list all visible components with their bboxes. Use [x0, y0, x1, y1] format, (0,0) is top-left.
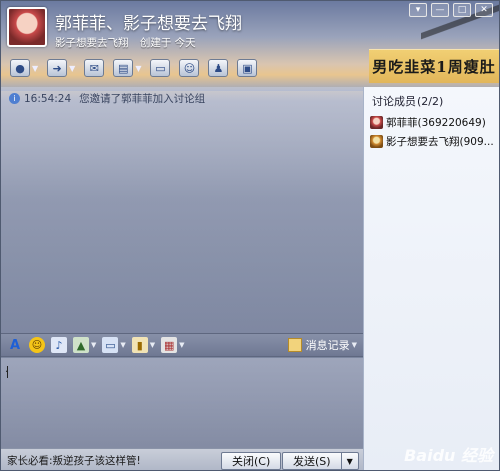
chevron-down-icon[interactable]: ▼ — [135, 64, 141, 73]
history-icon — [287, 338, 302, 352]
creator-name[interactable]: 影子想要去飞翔 — [55, 37, 129, 49]
chat-window: 郭菲菲、影子想要去飞翔 影子想要去飞翔 创建于 今天 ▾ — □ ✕ ● ▼ ➜… — [0, 0, 500, 471]
chevron-down-icon[interactable]: ▼ — [150, 341, 155, 349]
system-message: i 16:54:24 您邀请了郭菲菲加入讨论组 — [9, 91, 205, 106]
minimize-button[interactable]: — — [431, 3, 449, 17]
app-button[interactable]: ▤ ▼ — [110, 57, 144, 79]
chevron-down-icon[interactable]: ▼ — [32, 64, 38, 73]
maximize-button[interactable]: □ — [453, 3, 471, 17]
ad-banner[interactable]: 男吃韭菜1周瘦肚 — [369, 49, 499, 83]
more-icon: ▦ — [161, 337, 178, 353]
format-toolbar: A ☺ ♪ ▲ ▼ ▭ ▼ ▮ ▼ ▦ ▼ 消息记录 ▼ — [1, 333, 363, 357]
screenshot-button[interactable]: ▭ ▼ — [102, 337, 126, 353]
screen-share-button[interactable]: ▭ — [147, 57, 173, 79]
message-input[interactable]: . — [1, 358, 363, 448]
window-subtitle: 影子想要去飞翔 创建于 今天 — [55, 35, 196, 50]
person-icon: ♟ — [208, 59, 229, 77]
window-title: 郭菲菲、影子想要去飞翔 — [55, 14, 242, 34]
bottom-bar: 家长必看:叛逆孩子该这样管! 关闭(C) 发送(S) ▼ — [1, 448, 363, 470]
text-caret — [7, 366, 8, 378]
smiley-icon: ☺ — [29, 337, 45, 353]
send-file-button[interactable]: ➜ ▼ — [44, 57, 78, 79]
app-icon: ▤ — [113, 59, 134, 77]
chart-icon: ▮ — [131, 337, 148, 353]
message-history-button[interactable]: 消息记录 ▼ — [287, 337, 357, 353]
watermark: Baidu 经验 — [404, 446, 493, 465]
notes-button[interactable]: ▣ — [234, 57, 260, 79]
mail-icon: ✉ — [84, 59, 105, 77]
font-icon: A — [9, 337, 21, 353]
member-header-label: 讨论成员 — [372, 95, 416, 108]
info-icon: i — [9, 93, 20, 104]
chevron-down-icon[interactable]: ▼ — [91, 341, 96, 349]
camera-icon: ● — [10, 59, 30, 77]
font-button[interactable]: A — [7, 337, 23, 353]
window-controls: ▾ — □ ✕ — [409, 3, 493, 17]
video-call-button[interactable]: ● ▼ — [7, 57, 41, 79]
image-button[interactable]: ▲ ▼ — [73, 337, 96, 353]
more-button[interactable]: ▦ ▼ — [161, 337, 185, 353]
people-icon: ☺ — [179, 59, 200, 77]
chevron-down-icon[interactable]: ▼ — [179, 341, 184, 349]
send-button[interactable]: 发送(S) — [282, 452, 342, 470]
notebook-icon: ▣ — [237, 59, 258, 77]
member-header: 讨论成员(2/2) — [364, 87, 499, 113]
chevron-down-icon[interactable]: ▼ — [120, 341, 125, 349]
toolbar: ● ▼ ➜ ▼ ✉ ▤ ▼ ▭ ☺ ♟ ▣ — [7, 57, 260, 79]
emoji-button[interactable]: ☺ — [29, 337, 45, 353]
member-name: 影子想要去飞翔(909... — [386, 136, 494, 148]
member-item[interactable]: 郭菲菲(369220649) — [364, 113, 499, 132]
member-avatar — [370, 135, 383, 148]
chevron-down-icon[interactable]: ▼ — [69, 64, 75, 73]
member-avatar — [370, 116, 383, 129]
monitor-icon: ▭ — [150, 59, 171, 77]
created-text: 创建于 今天 — [139, 37, 196, 49]
ad-link[interactable]: 家长必看:叛逆孩子该这样管! — [7, 453, 141, 468]
send-options-button[interactable]: ▼ — [341, 452, 359, 470]
message-time: 16:54:24 — [24, 92, 72, 105]
member-item[interactable]: 影子想要去飞翔(909... — [364, 132, 499, 151]
history-label: 消息记录 — [305, 339, 350, 352]
message-text: 您邀请了郭菲菲加入讨论组 — [79, 93, 206, 105]
microphone-icon: ♪ — [51, 337, 67, 353]
folder-icon: ➜ — [47, 59, 68, 77]
close-button[interactable]: 关闭(C) — [221, 452, 282, 470]
invite-members-button[interactable]: ☺ — [176, 57, 202, 79]
voice-button[interactable]: ♪ — [51, 337, 67, 353]
chat-history[interactable]: i 16:54:24 您邀请了郭菲菲加入讨论组 — [1, 87, 363, 333]
chart-button[interactable]: ▮ ▼ — [131, 337, 155, 353]
group-avatar[interactable] — [7, 7, 47, 47]
member-name: 郭菲菲(369220649) — [386, 117, 486, 129]
screenshot-icon: ▭ — [102, 337, 119, 353]
mail-button[interactable]: ✉ — [81, 57, 107, 79]
member-count: (2/2) — [417, 95, 444, 108]
member-panel: 讨论成员(2/2) 郭菲菲(369220649) 影子想要去飞翔(909... — [363, 87, 499, 470]
chevron-down-icon[interactable]: ▼ — [352, 341, 357, 349]
menu-button[interactable]: ▾ — [409, 3, 427, 17]
image-icon: ▲ — [73, 337, 89, 353]
contact-button[interactable]: ♟ — [205, 57, 231, 79]
close-window-button[interactable]: ✕ — [475, 3, 493, 17]
send-group: 发送(S) ▼ — [282, 452, 359, 470]
